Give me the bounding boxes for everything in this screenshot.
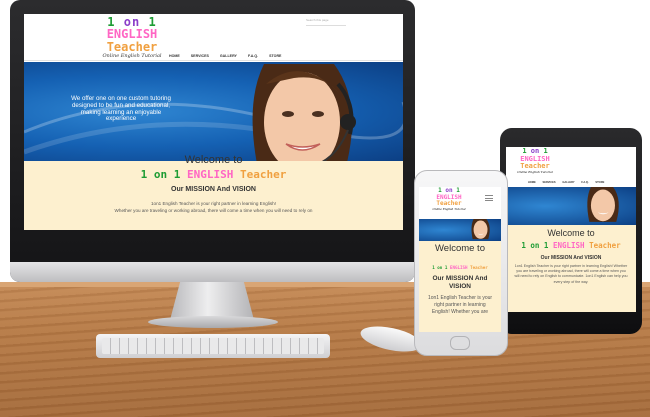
tablet-mission-heading: Our MISSION And VISION [540,255,602,261]
phone-brand-1a: 1 [432,265,435,270]
tablet-brand-1a: 1 [521,241,526,250]
tablet-logo-on: on [530,147,540,155]
tablet-brand-1b: 1 [543,241,549,250]
tablet-brand: 1 on 1 ENGLISH Teacher [506,241,636,250]
phone-mission-text: 1on1 English Teacher is your right partn… [427,295,493,315]
tablet-hero [506,187,636,225]
tablet-woman-photo [587,187,619,222]
monitor-stand [170,282,254,320]
tablet-nav-store[interactable]: STORE [595,181,604,184]
tablet-nav-home[interactable]: HOME [528,181,536,184]
mission-line-1: 1on1 English Teacher is your right partn… [150,201,277,206]
tablet-screen: 1 on 1 ENGLISH Teacher Online English Tu… [506,147,636,312]
mission-text: 1on1 English Teacher is your right partn… [24,200,403,214]
hero-text: We offer one on one custom tutoring desi… [71,95,171,123]
tablet-logo[interactable]: 1 on 1 ENGLISH Teacher Online English Tu… [508,147,562,175]
phone-woman-photo [471,219,490,240]
monitor-stand-base [148,316,278,328]
tablet-nav-faq[interactable]: F.A.Q. [581,181,588,184]
hamburger-menu-icon[interactable] [485,195,493,201]
phone-brand-english: ENGLISH [449,265,468,270]
nav-faq[interactable]: F.A.Q. [248,54,258,58]
woman-with-headset-photo [252,64,356,161]
phone-screen: 1 on 1 ENGLISH Teacher Online English Tu… [419,187,501,332]
brand-english: ENGLISH [187,168,234,181]
tablet-nav-services[interactable]: SERVICES [543,181,556,184]
brand-1a: 1 [140,168,148,181]
hero-banner: We offer one on one custom tutoring desi… [24,62,403,161]
desktop-screen: 1 on 1 ENGLISH Teacher Online English Tu… [24,14,403,230]
tablet-nav-gallery[interactable]: GALLERY [562,181,574,184]
tablet-brand-teacher: Teacher [589,241,621,250]
search-input[interactable]: Search this page [306,18,346,26]
tablet-welcome-title: Welcome to [547,228,595,238]
phone-welcome-title: Welcome to [435,243,485,254]
monitor-chin [10,262,415,282]
logo-tagline: Online English Tutorial [102,53,162,59]
tablet-logo-num2: 1 [543,147,548,155]
nav-gallery[interactable]: GALLERY [220,54,237,58]
site-logo[interactable]: 1 on 1 ENGLISH Teacher Online English Tu… [92,16,172,59]
mission-line-2: Whether you are traveling or working abr… [114,208,313,213]
tablet-brand-on: on [530,241,540,250]
phone-mission-heading: Our MISSION And VISION [432,275,488,290]
phone-brand-teacher: Teacher [470,265,488,270]
phone-logo-tagline: Online English Tutorial [432,207,466,211]
phone-brand: 1 on 1 ENGLISH Teacher [419,265,501,270]
tablet-logo-tagline: Online English Tutorial [517,170,553,174]
brand-on: on [153,168,168,181]
header-divider [24,60,403,61]
phone-hero [419,219,501,241]
tablet-nav: HOME SERVICES GALLERY F.A.Q. STORE [528,181,604,184]
tablet-mission-text: 1on1 English Teacher is your right partn… [514,264,628,284]
nav-store[interactable]: STORE [269,54,281,58]
phone-brand-1b: 1 [444,265,448,270]
welcome-brand: 1 on 1 ENGLISH Teacher [24,168,403,181]
brand-1b: 1 [173,168,181,181]
main-nav: HOME SERVICES GALLERY F.A.Q. STORE [169,54,291,58]
phone-logo[interactable]: 1 on 1 ENGLISH Teacher Online English Tu… [425,187,473,212]
phone-brand-on: on [437,265,443,270]
logo-teacher: Teacher [106,40,158,54]
brand-teacher: Teacher [240,168,287,181]
tablet-logo-teacher: Teacher [520,162,550,170]
phone-logo-on: on [445,187,453,194]
tablet-brand-english: ENGLISH [552,241,585,250]
welcome-title: Welcome to [184,154,243,166]
phone-home-button [450,336,470,350]
mission-heading: Our MISSION And VISION [171,186,256,193]
nav-services[interactable]: SERVICES [191,54,209,58]
phone-logo-num1: 1 [438,187,442,194]
phone-logo-num2: 1 [456,187,460,194]
keyboard-keys [102,338,324,354]
tablet-logo-num1: 1 [522,147,527,155]
nav-home[interactable]: HOME [169,54,180,58]
